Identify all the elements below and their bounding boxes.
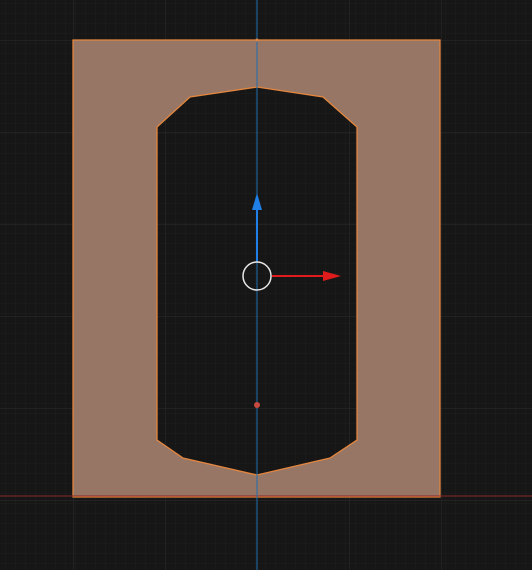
viewport-canvas[interactable]: [0, 0, 532, 570]
edge-vertex-marker: [255, 38, 259, 42]
3d-viewport[interactable]: [0, 0, 532, 570]
pivot-point[interactable]: [254, 402, 260, 408]
